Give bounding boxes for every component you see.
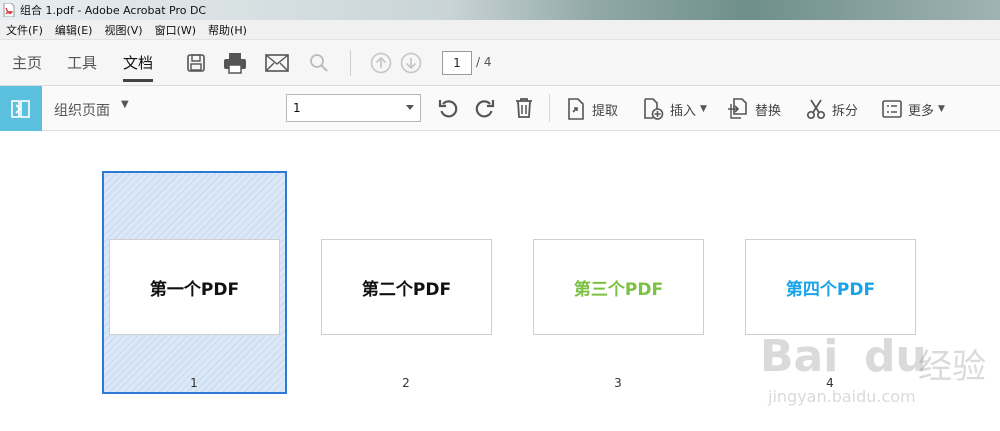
search-icon[interactable] [307,51,331,75]
menu-window[interactable]: 窗口(W) [149,22,202,38]
organize-pages-icon[interactable] [0,86,42,131]
page-number: 1 [190,376,198,390]
main-toolbar: 主页 工具 文档 [0,40,1000,86]
insert-page-icon [644,98,664,120]
print-icon[interactable] [223,51,247,75]
more-label: 更多 [908,103,935,119]
split-button[interactable]: 拆分 [806,98,858,120]
watermark-product: 经验 [918,347,986,387]
extract-label: 提取 [592,103,619,119]
more-chevron-icon: ▼ [938,104,945,114]
more-button[interactable]: 更多 ▼ [882,98,945,120]
watermark-brand: Bai [760,331,839,382]
thumbnail-text: 第一个PDF [149,279,240,300]
tab-tools[interactable]: 工具 [67,40,97,86]
insert-label: 插入 [670,103,697,119]
dropdown-arrow-icon [406,105,414,110]
title-bar: 组合 1.pdf - Adobe Acrobat Pro DC [0,0,1000,20]
extract-icon [568,98,584,120]
pdf-file-icon [3,2,15,18]
thumbnail-text: 第二个PDF [361,279,452,300]
page-range-value: 1 [293,101,301,115]
menu-view[interactable]: 视图(V) [98,22,148,38]
replace-button[interactable]: 替换 [727,98,781,120]
page-number: 2 [402,376,410,390]
tab-home[interactable]: 主页 [12,40,42,86]
split-label: 拆分 [832,103,859,119]
organize-toolbar: 组织页面 ▼ 1 提取 插入 ▼ 替换 拆分 更多 ▼ [0,86,1000,131]
page-number: 3 [614,376,622,390]
menu-help[interactable]: 帮助(H) [202,22,253,38]
window-title: 组合 1.pdf - Adobe Acrobat Pro DC [20,4,207,17]
page-thumbnail[interactable]: 第二个PDF [321,239,492,335]
thumbnail-text: 第四个PDF [785,279,876,300]
extract-button[interactable]: 提取 [566,98,618,120]
thumbnail-text: 第三个PDF [573,279,664,300]
replace-label: 替换 [755,103,782,119]
replace-page-icon [728,98,747,119]
toolbar-divider [350,50,351,76]
baidu-watermark: Bai du 经验 jingyan.baidu.com [760,321,990,431]
rotate-clockwise-icon[interactable] [473,96,497,120]
next-page-icon[interactable] [399,51,423,75]
menu-file[interactable]: 文件(F) [0,22,49,38]
organize-divider [549,94,550,122]
watermark-domain: jingyan.baidu.com [768,387,916,406]
menu-bar: 文件(F) 编辑(E) 视图(V) 窗口(W) 帮助(H) [0,20,1000,40]
chevron-down-icon[interactable]: ▼ [121,99,129,110]
scissors-icon [806,99,826,120]
page-thumbnail[interactable]: 第三个PDF [533,239,704,335]
more-options-icon [882,100,902,118]
tab-document[interactable]: 文档 [123,40,154,86]
insert-chevron-icon: ▼ [700,104,707,114]
previous-page-icon[interactable] [369,51,393,75]
page-thumbnail[interactable]: 第一个PDF [109,239,280,335]
trash-icon[interactable] [512,96,536,120]
insert-button[interactable]: 插入 ▼ [642,98,707,120]
rotate-counterclockwise-icon[interactable] [436,96,460,120]
page-total: / 4 [476,55,492,69]
save-icon[interactable] [184,51,208,75]
page-thumbnails-area: 第一个PDF 1 第二个PDF 2 第三个PDF 3 第四个PDF 4 Bai … [0,131,1000,430]
menu-edit[interactable]: 编辑(E) [49,22,99,38]
email-icon[interactable] [265,51,289,75]
page-range-select[interactable]: 1 [286,94,421,122]
page-number-input[interactable]: 1 [442,51,472,75]
organize-title[interactable]: 组织页面 [54,100,110,120]
